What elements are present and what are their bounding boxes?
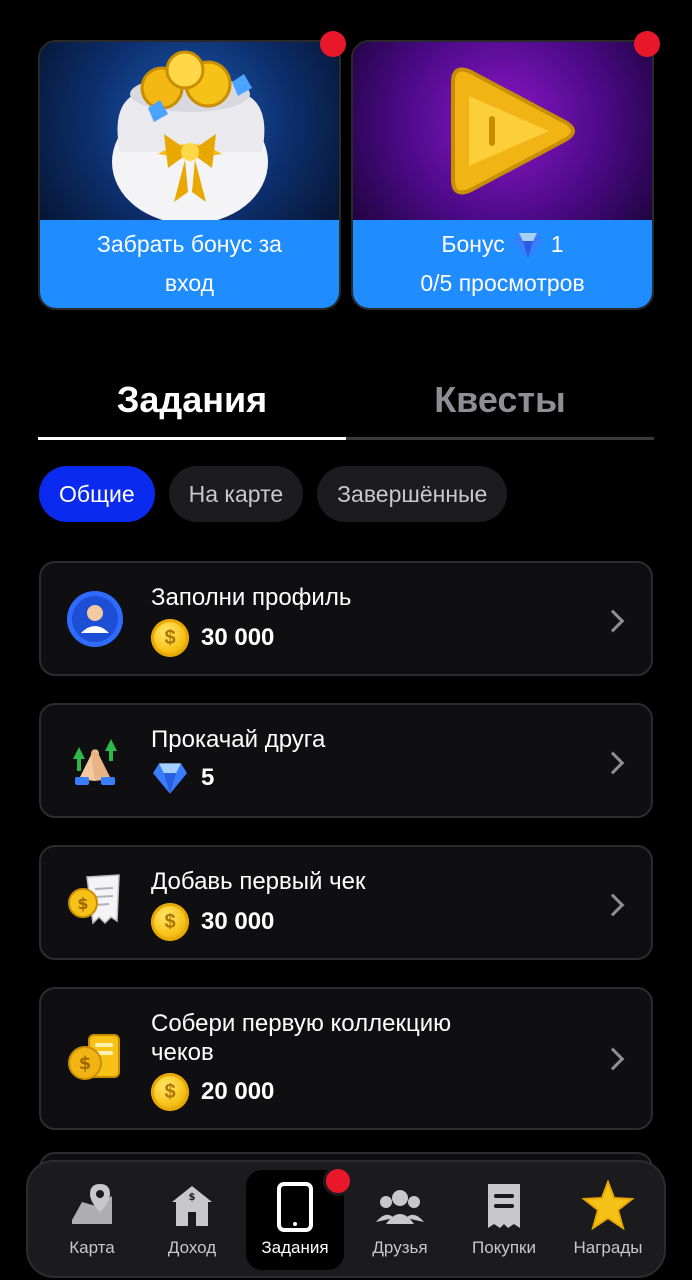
login-bonus-text: Забрать бонус за вход [97,231,282,296]
map-icon [72,1184,112,1224]
coin-icon: $ [151,1073,189,1111]
chevron-right-icon [601,893,625,917]
shop-icon: $ [172,1186,212,1226]
tab-divider [346,437,654,440]
notification-dot [634,31,660,57]
nav-label: Карта [69,1238,115,1257]
svg-text:$: $ [77,894,88,913]
tab-indicator [38,437,346,440]
login-bonus-caption: Забрать бонус за вход [40,220,339,308]
friends-icon [376,1190,424,1224]
tablet-icon [277,1182,313,1232]
task-title: Добавь первый чек [151,868,366,895]
nav-purchases[interactable]: Покупки [452,1162,556,1276]
coin-icon: $ [151,619,189,657]
nav-map[interactable]: Карта [40,1162,144,1276]
nav-rewards[interactable]: Награды [556,1162,660,1276]
coin-icon: $ [151,903,189,941]
tabs: Задания Квесты [38,360,654,440]
promo-art [40,42,339,224]
login-bonus-card[interactable]: Забрать бонус за вход [38,40,341,310]
task-title-line2: чеков [151,1039,214,1066]
diamond-icon [513,232,542,258]
task-title: Собери первую коллекцию чеков [151,1009,451,1067]
video-bonus-card[interactable]: Бонус 1 0/5 просмотров [351,40,654,310]
tab-quests[interactable]: Квесты [346,360,654,440]
notification-dot [320,31,346,57]
task-add-first-receipt[interactable]: $ Добавь первый чек $ 30 000 [39,845,653,960]
task-reward: 5 [151,761,214,795]
video-bonus-line2: 0/5 просмотров [420,270,585,296]
video-bonus-caption: Бонус 1 0/5 просмотров [353,220,652,308]
filter-completed[interactable]: Завершённые [317,466,508,522]
filter-on-map[interactable]: На карте [168,466,304,522]
nav-income[interactable]: $ Доход [140,1162,244,1276]
nav-label: Задания [261,1238,329,1257]
filter-general[interactable]: Общие [39,466,155,522]
receipt-collection-icon: $ [68,1034,120,1080]
diamond-icon [153,763,187,794]
high-five-icon [73,739,117,785]
nav-label: Покупки [472,1238,536,1257]
task-reward: $ 20 000 [151,1073,274,1111]
svg-text:$: $ [79,1053,92,1074]
reward-amount: 20 000 [201,1078,275,1105]
task-reward: $ 30 000 [151,903,274,941]
bonus-label: Бонус [441,231,505,257]
play-button-icon [451,67,575,195]
bonus-value: 1 [550,231,564,257]
nav-label: Награды [573,1238,643,1257]
coin-bag-icon [112,50,268,224]
chevron-right-icon [601,609,625,633]
task-title-line1: Собери первую коллекцию [151,1010,452,1037]
svg-text:$: $ [189,1192,196,1203]
task-collect-first-receipt-collection[interactable]: $ Собери первую коллекцию чеков $ 20 000 [39,987,653,1130]
nav-label: Доход [167,1238,217,1257]
star-icon [582,1180,634,1231]
reward-amount: 30 000 [201,908,275,935]
reward-amount: 30 000 [201,624,275,651]
promo-row: Забрать бонус за вход Бонус 1 0/5 просмо… [38,40,654,310]
profile-icon [67,591,123,647]
task-level-up-friend[interactable]: Прокачай друга 5 [39,703,653,818]
nav-friends[interactable]: Друзья [348,1162,452,1276]
filter-chips: Общие На карте Завершённые [39,466,508,522]
receipt-icon: $ [68,874,120,925]
nav-label: Друзья [372,1238,428,1257]
reward-amount: 5 [201,764,215,791]
tab-tasks[interactable]: Задания [38,360,346,440]
video-bonus-line1: Бонус 1 [441,225,564,264]
task-reward: $ 30 000 [151,619,274,657]
task-fill-profile[interactable]: Заполни профиль $ 30 000 [39,561,653,676]
promo-art [353,42,652,220]
notification-dot [323,1166,353,1196]
chevron-right-icon [601,751,625,775]
task-title: Прокачай друга [151,726,326,753]
receipt-icon [488,1184,520,1228]
task-title: Заполни профиль [151,584,352,611]
chevron-right-icon [601,1047,625,1071]
